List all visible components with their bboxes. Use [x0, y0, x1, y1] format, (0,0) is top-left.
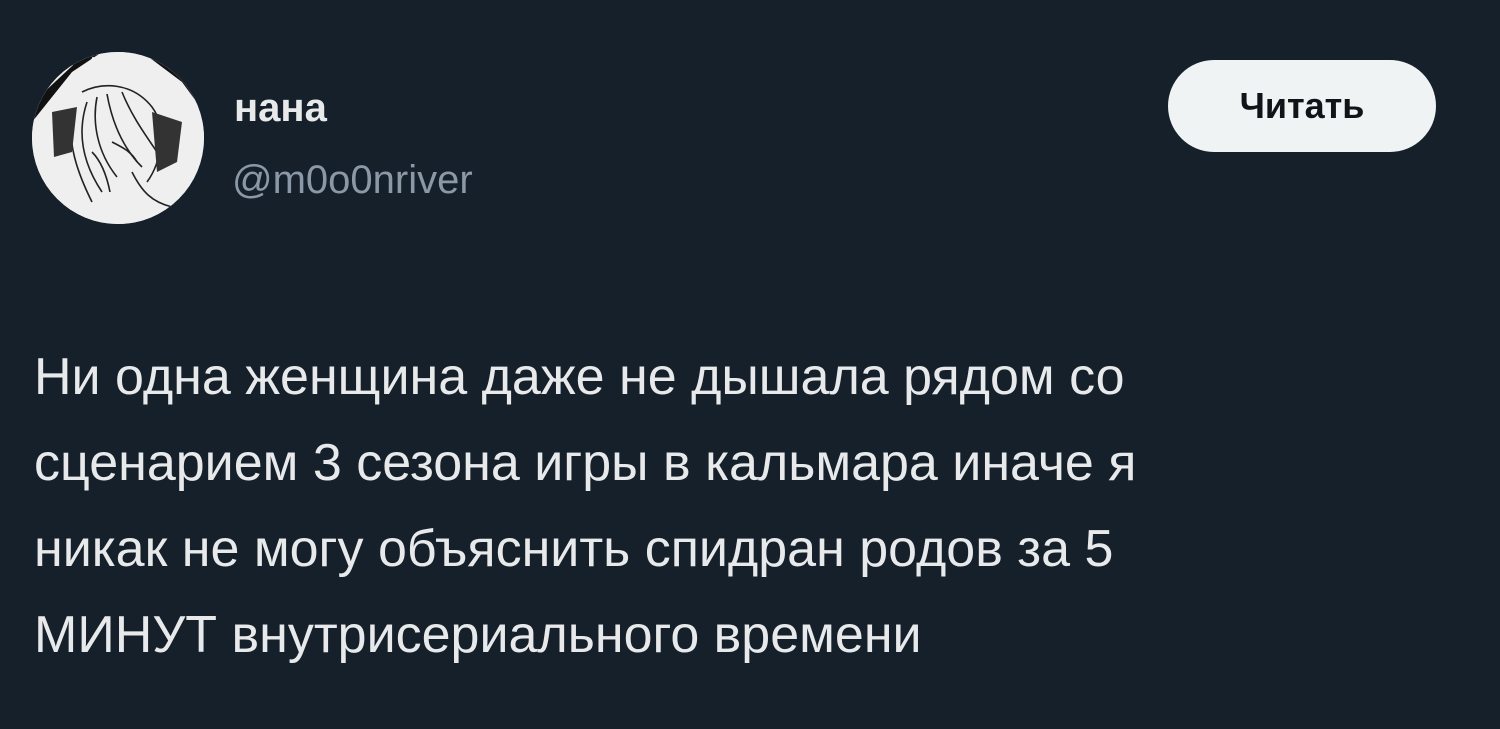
user-handle[interactable]: @m0o0nriver — [232, 160, 473, 200]
tweet-card: нана @m0o0nriver Читать Ни одна женщина … — [0, 0, 1500, 729]
tweet-text-line: МИНУТ внутрисериального времени — [34, 606, 922, 664]
display-name[interactable]: нана — [234, 88, 327, 128]
anime-girl-avatar-icon — [32, 52, 204, 224]
tweet-text-line: никак не могу объяснить спидран родов за… — [34, 520, 1114, 578]
follow-button[interactable]: Читать — [1168, 60, 1436, 152]
tweet-text: Ни одна женщина даже не дышала рядом со … — [34, 334, 1454, 678]
tweet-text-line: Ни одна женщина даже не дышала рядом со — [34, 348, 1125, 406]
tweet-text-line: сценарием 3 сезона игры в кальмара иначе… — [34, 434, 1137, 492]
avatar[interactable] — [32, 52, 204, 224]
